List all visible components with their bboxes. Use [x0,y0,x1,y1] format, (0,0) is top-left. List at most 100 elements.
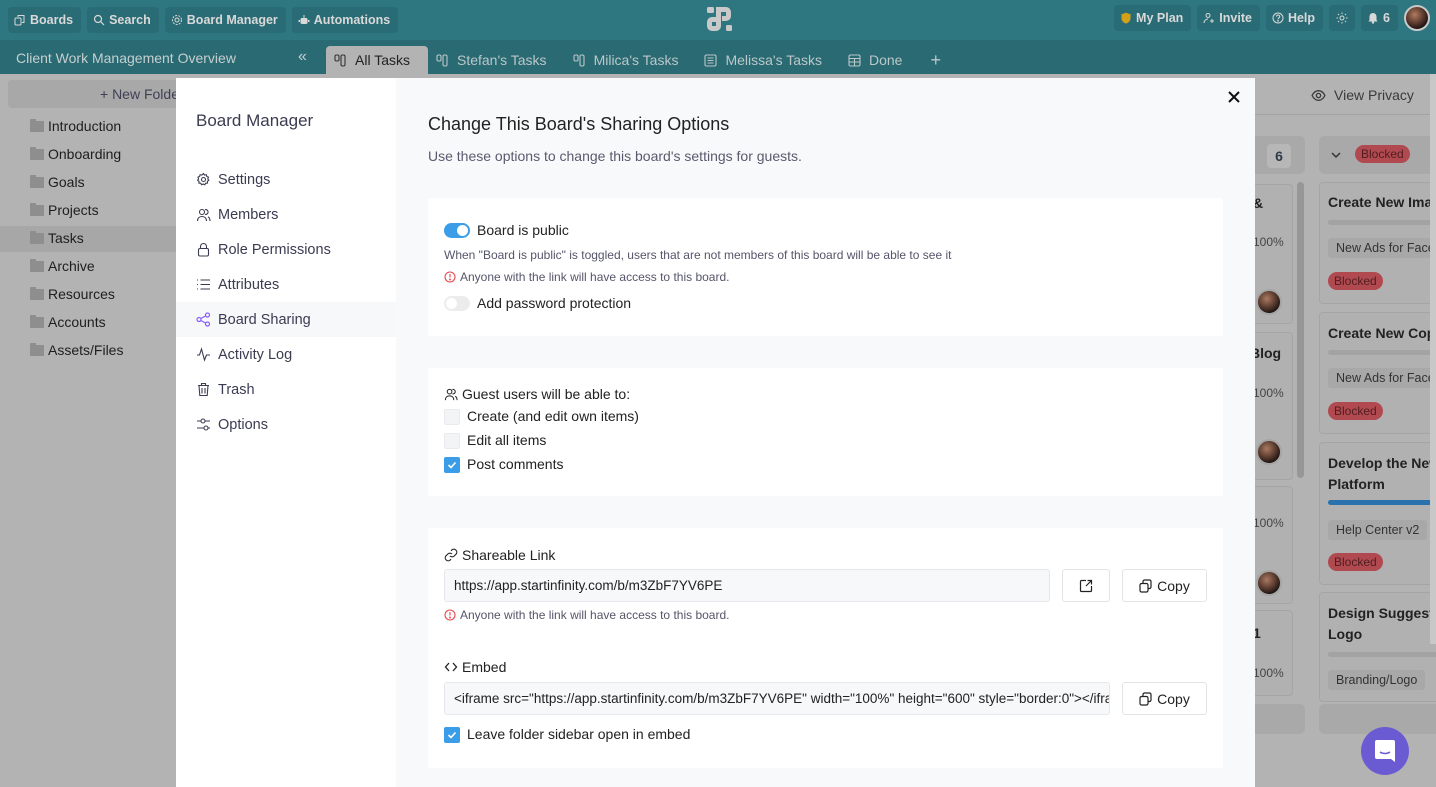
boards-button[interactable]: Boards [8,7,82,33]
automations-label: Automations [313,13,391,27]
create-items-checkbox[interactable] [444,409,460,425]
sliders-icon [197,418,210,431]
add-view-button[interactable]: + [920,46,951,74]
folder-item[interactable]: Projects [30,202,99,218]
edit-all-items-checkbox[interactable] [444,433,460,449]
guest-permissions-panel: Guest users will be able to: Create (and… [428,368,1223,496]
tab-label: Done [869,52,903,68]
heading-text: Embed [462,659,507,675]
warning-text: Anyone with the link will have access to… [460,270,730,284]
shareable-link-input[interactable]: https://app.startinfinity.com/b/m3ZbF7YV… [444,569,1050,602]
folder-icon [30,314,44,328]
folder-icon [30,174,44,188]
embed-code-input[interactable]: <iframe src="https://app.startinfinity.c… [444,682,1110,715]
folder-item[interactable]: Onboarding [30,146,121,162]
tab-label: Stefan's Tasks [456,52,547,68]
open-link-button[interactable] [1062,569,1110,602]
close-modal-button[interactable] [1223,86,1245,108]
assignee-avatar [1256,570,1282,596]
board-manager-button[interactable]: Board Manager [164,7,286,33]
nav-item-board-sharing[interactable]: Board Sharing [176,302,396,337]
members-icon [444,388,458,401]
copy-embed-button[interactable]: Copy [1122,682,1207,715]
view-tabs: All Tasks Stefan's Tasks Milica's Tasks … [326,46,951,74]
search-button[interactable]: Search [87,7,159,33]
nav-label: Attributes [218,276,280,293]
nav-item-attributes[interactable]: Attributes [176,267,396,302]
trash-icon [198,382,209,397]
card-title: Develop the New [1328,455,1436,471]
automations-button[interactable]: Automations [291,7,399,33]
card-tag: Branding/Logo [1328,670,1426,690]
folder-icon [30,258,44,272]
folder-item[interactable]: Archive [30,258,95,274]
nav-item-role-permissions[interactable]: Role Permissions [176,232,396,267]
add-card-area[interactable] [1255,704,1305,734]
notifications-count: 6 [1383,11,1390,25]
leave-sidebar-open-checkbox[interactable] [444,727,460,743]
activity-icon [197,347,210,362]
folder-item-selected[interactable]: Tasks [30,230,84,246]
password-protection-toggle[interactable] [444,296,470,311]
app-logo-icon[interactable] [706,5,734,33]
folder-item[interactable]: Resources [30,286,115,302]
notifications-button[interactable]: 6 [1361,5,1398,31]
board-public-label: Board is public [477,222,569,238]
gear-icon [171,15,182,25]
column-count-badge: 6 [1267,144,1291,168]
boards-icon [14,15,25,26]
card-title: Blog [1255,345,1282,361]
folder-item[interactable]: Accounts [30,314,106,330]
folder-item[interactable]: Assets/Files [30,342,123,358]
members-icon [196,208,211,222]
tab-milicas-tasks[interactable]: Milica's Tasks [565,46,697,74]
tab-stefans-tasks[interactable]: Stefan's Tasks [428,46,565,74]
tab-all-tasks[interactable]: All Tasks [326,46,428,74]
folder-sidebar: + New Folder Introduction Onboarding Goa… [0,74,198,787]
guest-permissions-heading: Guest users will be able to: [444,386,630,402]
tab-done[interactable]: Done [840,46,920,74]
list-icon [197,279,210,290]
my-plan-button[interactable]: My Plan [1114,5,1192,31]
public-settings-panel: Board is public When "Board is public" i… [428,198,1223,336]
page-title: Change This Board's Sharing Options [428,114,730,134]
chat-support-button[interactable] [1361,727,1409,775]
user-avatar[interactable] [1404,5,1430,31]
embed-heading: Embed [444,659,506,675]
folder-label: Assets/Files [48,342,124,358]
nav-item-members[interactable]: Members [176,197,396,232]
tab-melissas-tasks[interactable]: Melissa's Tasks [696,46,840,74]
tab-label: Melissa's Tasks [725,52,822,68]
card-title: Design Suggest [1328,605,1434,621]
invite-button[interactable]: Invite [1197,5,1260,31]
heading-text: Guest users will be able to: [462,386,631,402]
theme-toggle-button[interactable] [1329,5,1356,31]
folder-item[interactable]: Goals [30,174,85,190]
list-icon [704,53,717,67]
folder-label: Accounts [48,314,106,330]
external-link-icon [1079,579,1093,592]
chevron-down-icon[interactable] [1331,151,1341,159]
nav-item-options[interactable]: Options [176,407,396,442]
view-privacy-button[interactable]: View Privacy [1311,87,1414,103]
nav-item-trash[interactable]: Trash [176,372,396,407]
nav-item-settings[interactable]: Settings [176,162,396,197]
nav-label: Settings [218,171,271,188]
bell-icon [1368,13,1378,24]
nav-item-activity-log[interactable]: Activity Log [176,337,396,372]
post-comments-checkbox[interactable] [444,457,460,473]
new-folder-button[interactable]: + New Folder [8,80,198,108]
board-public-toggle[interactable] [444,223,470,238]
view-tabs-bar: Client Work Management Overview « All Ta… [0,40,1436,74]
collapse-sidebar-button[interactable]: « [298,48,307,66]
page-scrollbar[interactable] [1430,74,1436,644]
assignee-avatar [1256,289,1282,315]
help-button[interactable]: Help [1265,5,1324,31]
lock-icon [197,243,210,257]
copy-link-button[interactable]: Copy [1122,569,1207,602]
column-scrollbar[interactable] [1297,182,1304,478]
board-title: Client Work Management Overview [16,50,236,66]
board-manager-label: Board Manager [186,13,278,27]
eye-icon [1311,89,1326,101]
folder-item[interactable]: Introduction [30,118,121,134]
